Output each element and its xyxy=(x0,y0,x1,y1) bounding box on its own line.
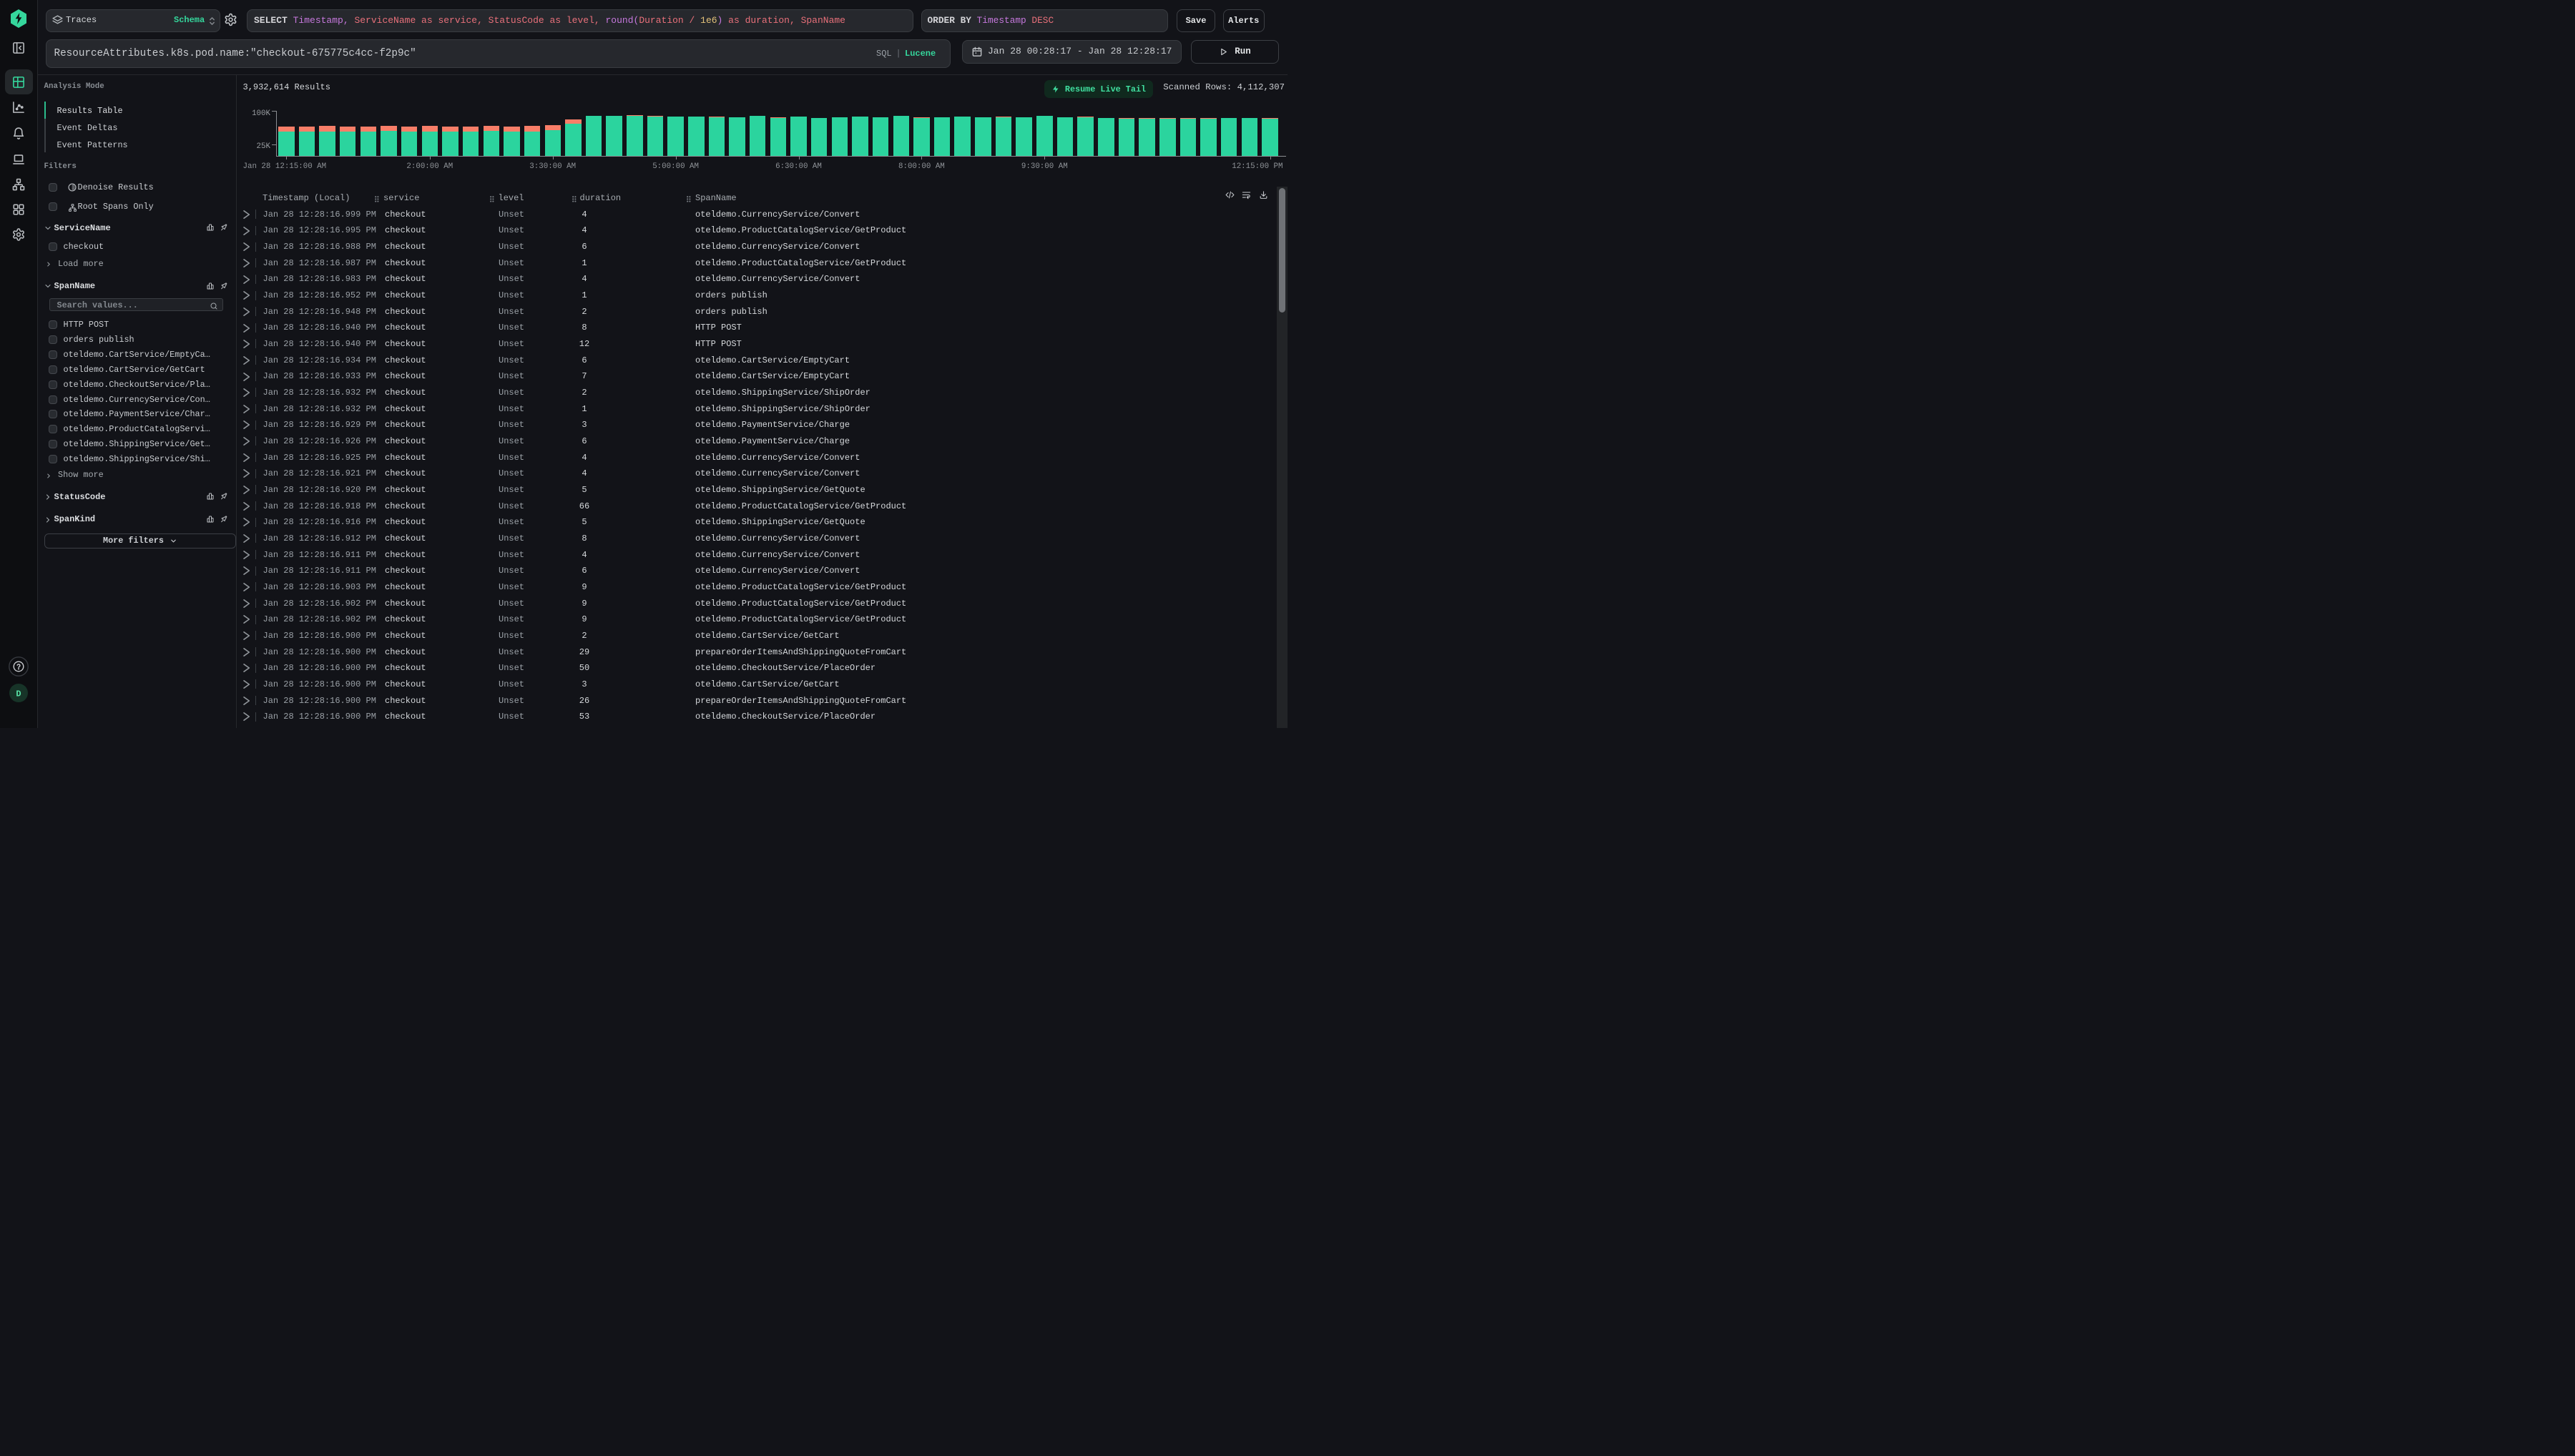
svg-text:D: D xyxy=(16,689,21,699)
